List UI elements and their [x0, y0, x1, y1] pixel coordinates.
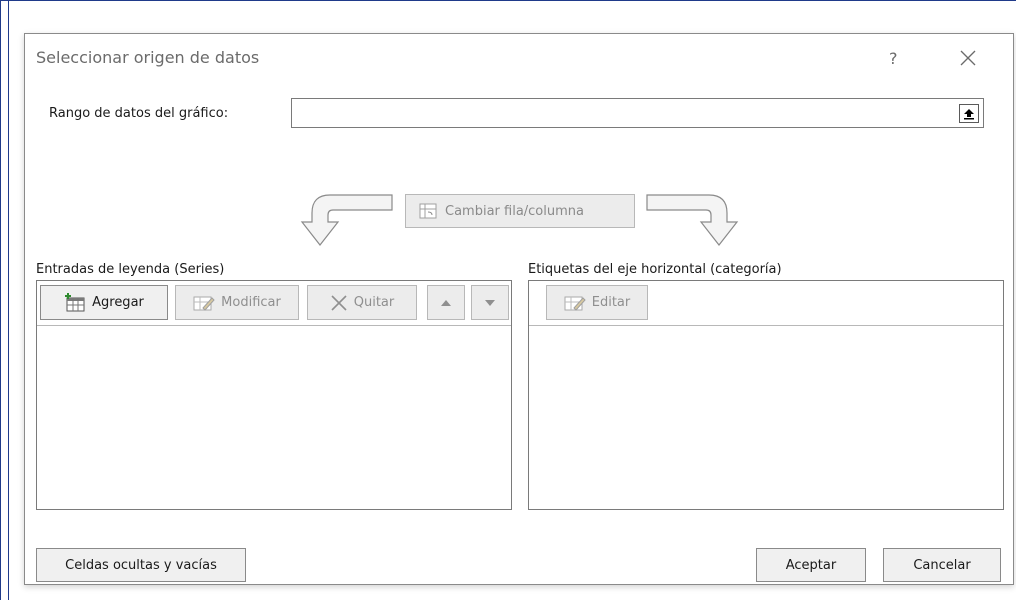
close-icon — [960, 50, 976, 66]
collapse-dialog-icon — [964, 108, 974, 119]
remove-series-label: Quitar — [353, 295, 395, 310]
edit-axis-labels-button[interactable]: Editar — [546, 285, 648, 320]
axis-labels-label: Etiquetas del eje horizontal (categoría) — [528, 262, 782, 277]
chart-range-input[interactable] — [291, 98, 984, 128]
edit-axis-icon — [564, 296, 586, 311]
add-series-icon — [65, 292, 85, 311]
legend-entries-label: Entradas de leyenda (Series) — [36, 262, 225, 277]
legend-toolbar: Agregar Modificar Quitar — [37, 281, 511, 326]
ok-label: Aceptar — [785, 557, 837, 573]
add-series-label: Agregar — [92, 295, 144, 310]
move-down-button[interactable] — [471, 285, 509, 320]
dialog-title: Seleccionar origen de datos — [36, 48, 260, 67]
edit-series-button[interactable]: Modificar — [175, 285, 299, 320]
switch-row-column-button[interactable]: Cambiar fila/columna — [405, 194, 635, 228]
remove-series-icon — [331, 294, 347, 311]
move-up-button[interactable] — [427, 285, 465, 320]
chart-range-label: Rango de datos del gráfico: — [49, 106, 229, 121]
move-up-icon — [441, 299, 451, 306]
hidden-empty-cells-label: Celdas ocultas y vacías — [65, 557, 217, 573]
collapse-dialog-button[interactable] — [959, 104, 979, 123]
window-edge — [8, 0, 9, 600]
legend-entries-list[interactable] — [37, 326, 511, 509]
add-series-button[interactable]: Agregar — [40, 285, 168, 320]
legend-entries-panel: Agregar Modificar Quitar — [36, 280, 512, 510]
switch-row-column-label: Cambiar fila/columna — [445, 203, 584, 219]
close-button[interactable] — [953, 46, 983, 70]
edit-axis-labels-label: Editar — [591, 295, 631, 310]
arrow-curve-left-icon — [300, 194, 393, 246]
cancel-label: Cancelar — [913, 557, 971, 573]
remove-series-button[interactable]: Quitar — [307, 285, 417, 320]
axis-labels-panel: Editar — [528, 280, 1004, 510]
edit-series-icon — [193, 296, 215, 311]
cancel-button[interactable]: Cancelar — [883, 548, 1001, 582]
axis-labels-list[interactable] — [529, 326, 1003, 509]
arrow-curve-right-icon — [646, 194, 739, 246]
select-data-source-dialog: Seleccionar origen de datos ? Rango de d… — [24, 33, 1014, 585]
edit-series-label: Modificar — [221, 295, 281, 310]
help-button[interactable]: ? — [889, 49, 898, 68]
move-down-icon — [485, 299, 495, 306]
axis-toolbar: Editar — [529, 281, 1003, 326]
hidden-empty-cells-button[interactable]: Celdas ocultas y vacías — [36, 548, 246, 582]
switch-row-column-icon — [419, 203, 437, 219]
ok-button[interactable]: Aceptar — [756, 548, 866, 582]
